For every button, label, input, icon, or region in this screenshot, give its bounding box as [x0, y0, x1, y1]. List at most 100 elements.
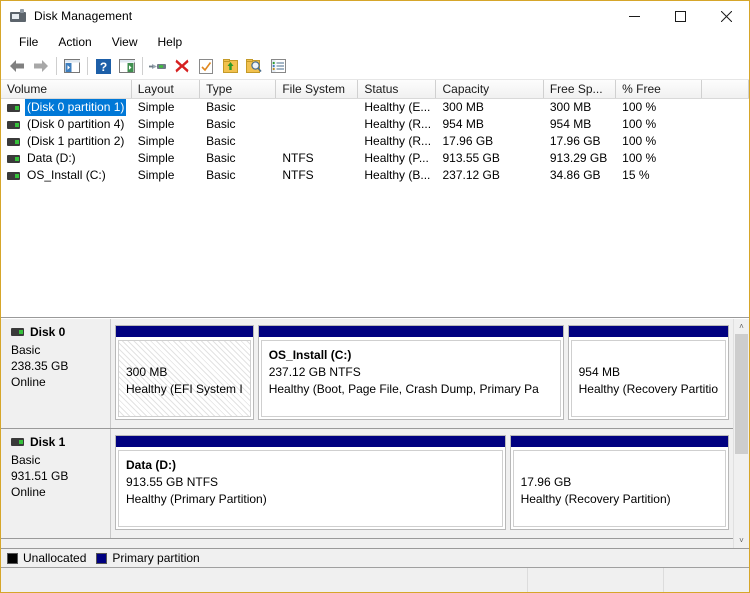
legend-swatch [7, 552, 18, 564]
toolbar-separator [87, 57, 88, 75]
delete-icon[interactable] [170, 54, 194, 78]
partition-size: 300 MB [126, 365, 168, 379]
free-space-cell: 300 MB [549, 100, 592, 114]
partition-title: OS_Install (C:) [268, 348, 352, 362]
volume-cell: (Disk 1 partition 2) [1, 133, 132, 150]
disk-type: Basic [11, 343, 41, 357]
forward-icon[interactable] [29, 54, 53, 78]
column-header-file-system[interactable]: File System [276, 80, 359, 98]
properties-icon[interactable] [146, 54, 170, 78]
show-hide-console-tree-icon[interactable] [60, 54, 84, 78]
capacity-cell: 954 MB [442, 117, 484, 131]
partition-color-bar [568, 326, 728, 338]
legend-swatch [96, 552, 108, 564]
file-system-cell: NTFS [282, 151, 314, 165]
show-hide-action-pane-icon[interactable] [115, 54, 139, 78]
volume-name: OS_Install (C:) [27, 168, 106, 182]
export-list-icon[interactable] [218, 54, 242, 78]
type-cell: Basic [206, 168, 236, 182]
scroll-up-icon[interactable]: ˄ [734, 319, 749, 334]
column-header-type[interactable]: Type [200, 80, 277, 98]
maximize-button[interactable] [657, 1, 703, 31]
disk-info[interactable]: Disk 1 Basic 931.51 GB Online [1, 429, 111, 538]
volume-cell: (Disk 0 partition 4) [1, 116, 132, 133]
partition-details: OS_Install (C:) 237.12 GB NTFS Healthy (Bo… [260, 340, 561, 417]
percent-free-cell: 15 % [622, 168, 650, 182]
close-button[interactable] [703, 1, 749, 31]
volume-icon [7, 137, 20, 146]
window-controls [611, 1, 749, 31]
graphical-view-scrollbar[interactable]: ˄ ˅ [733, 319, 749, 548]
menu-file[interactable]: File [9, 32, 48, 52]
disk-row-disk-1[interactable]: Disk 1 Basic 931.51 GB Online Data (D:) 913.5… [1, 429, 734, 539]
partition-title-spacer [521, 457, 718, 474]
column-header-free-sp[interactable]: Free Sp... [543, 80, 617, 98]
column-header-blank[interactable] [702, 80, 749, 98]
volume-row[interactable]: (Disk 0 partition 4) Simple Basic Healthy (… [1, 116, 749, 133]
minimize-button[interactable] [611, 1, 657, 31]
menu-bar: File Action View Help [1, 31, 749, 53]
volume-row[interactable]: (Disk 0 partition 1) Simple Basic Healthy (… [1, 99, 749, 116]
search-icon[interactable] [242, 54, 266, 78]
legend-label: Primary partition [112, 551, 200, 565]
percent-free-cell: 100 % [622, 117, 657, 131]
partition-color-bar [116, 326, 253, 338]
capacity-cell: 17.96 GB [442, 134, 494, 148]
disk0-partition-os-install[interactable]: OS_Install (C:) 237.12 GB NTFS Healthy (Bo… [257, 325, 564, 420]
free-space-cell: 34.86 GB [549, 168, 601, 182]
layout-cell: Simple [137, 100, 175, 114]
volume-list-body: (Disk 0 partition 1) Simple Basic Healthy (… [1, 99, 749, 184]
column-header-capacity[interactable]: Capacity [436, 80, 544, 98]
menu-view[interactable]: View [102, 32, 148, 52]
disk-title: Disk 0 [11, 325, 110, 339]
volume-cell: (Disk 0 partition 1) [1, 99, 132, 116]
status-cell-1 [1, 568, 528, 592]
column-header-free[interactable]: % Free [616, 80, 703, 98]
scroll-down-icon[interactable]: ˅ [734, 533, 749, 548]
volume-cell: OS_Install (C:) [1, 167, 132, 184]
partition-color-bar [510, 436, 728, 448]
disk-status: Online [11, 375, 46, 389]
disk-size: 931.51 GB [11, 469, 69, 483]
disk-label: Disk 1 [30, 435, 66, 449]
toolbar-separator [56, 57, 57, 75]
disk0-partition-recovery[interactable]: 954 MB Healthy (Recovery Partitio [567, 325, 729, 420]
column-header-layout[interactable]: Layout [131, 80, 201, 98]
disk1-partition-recovery[interactable]: 17.96 GB Healthy (Recovery Partition) [509, 435, 729, 530]
layout-cell: Simple [137, 151, 175, 165]
back-icon[interactable] [5, 54, 29, 78]
menu-action[interactable]: Action [48, 32, 101, 52]
legend: Unallocated Primary partition [1, 548, 749, 567]
disk1-partition-data[interactable]: Data (D:) 913.55 GB NTFS Healthy (Primary … [115, 435, 506, 530]
disk-row-disk-0[interactable]: Disk 0 Basic 238.35 GB Online 300 MB Healthy … [1, 319, 734, 429]
volume-row[interactable]: (Disk 1 partition 2) Simple Basic Healthy (… [1, 133, 749, 150]
capacity-cell: 237.12 GB [442, 168, 500, 182]
column-header-status[interactable]: Status [358, 80, 437, 98]
menu-help[interactable]: Help [148, 32, 193, 52]
scroll-thumb[interactable] [735, 334, 748, 454]
type-cell: Basic [206, 151, 236, 165]
type-cell: Basic [206, 117, 236, 131]
partition-details: Data (D:) 913.55 GB NTFS Healthy (Primary … [118, 450, 503, 527]
partition-strip: Data (D:) 913.55 GB NTFS Healthy (Primary … [111, 429, 734, 538]
window-title: Disk Management [34, 9, 133, 23]
percent-free-cell: 100 % [622, 100, 657, 114]
disk-area: Disk 0 Basic 238.35 GB Online 300 MB Healthy … [1, 319, 734, 548]
detail-view-icon[interactable] [266, 54, 290, 78]
disk-management-window: Disk Management File Action View Help ? … [0, 0, 750, 593]
disk0-partition-efi[interactable]: 300 MB Healthy (EFI System I [115, 325, 254, 420]
column-header-volume[interactable]: Volume [1, 80, 132, 98]
volume-row[interactable]: Data (D:) Simple Basic NTFS Healthy (P... 913… [1, 150, 749, 167]
volume-cell: Data (D:) [1, 150, 132, 167]
status-cell: Healthy (R... [364, 117, 432, 131]
disk-info[interactable]: Disk 0 Basic 238.35 GB Online [1, 319, 111, 428]
help-icon[interactable]: ? [91, 54, 115, 78]
partition-details: 17.96 GB Healthy (Recovery Partition) [512, 450, 726, 527]
rescan-disks-icon[interactable] [194, 54, 218, 78]
title-bar: Disk Management [1, 1, 749, 31]
partition-status: Healthy (Primary Partition) [126, 492, 267, 506]
volume-row[interactable]: OS_Install (C:) Simple Basic NTFS Healthy (B… [1, 167, 749, 184]
status-cell: Healthy (P... [364, 151, 429, 165]
volume-icon [7, 154, 20, 163]
partition-color-bar [258, 326, 563, 338]
